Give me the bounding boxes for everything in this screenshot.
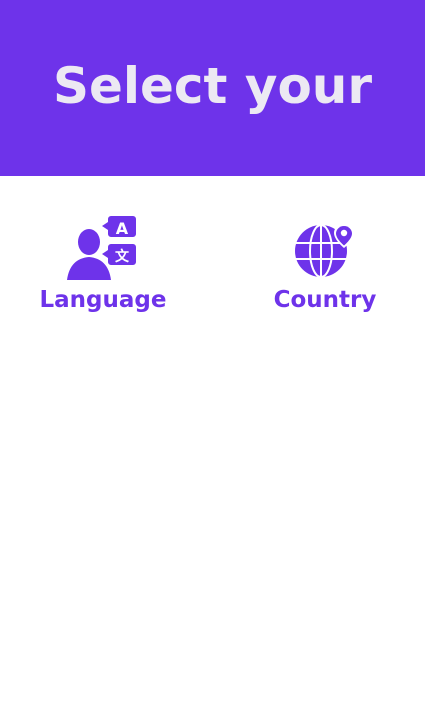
header-banner: Select your bbox=[0, 0, 425, 176]
language-icon-container: A 文 bbox=[23, 210, 183, 282]
language-option[interactable]: A 文 Language bbox=[23, 210, 183, 322]
language-label: Language bbox=[39, 287, 167, 313]
svg-text:A: A bbox=[116, 219, 129, 238]
globe-location-icon bbox=[295, 224, 354, 278]
language-person-icon: A 文 bbox=[67, 216, 136, 280]
svg-text:文: 文 bbox=[115, 248, 130, 265]
country-option[interactable]: Country bbox=[245, 210, 405, 322]
country-icon-container bbox=[245, 210, 405, 282]
page-title: Select your bbox=[52, 57, 373, 115]
country-label: Country bbox=[273, 287, 377, 313]
